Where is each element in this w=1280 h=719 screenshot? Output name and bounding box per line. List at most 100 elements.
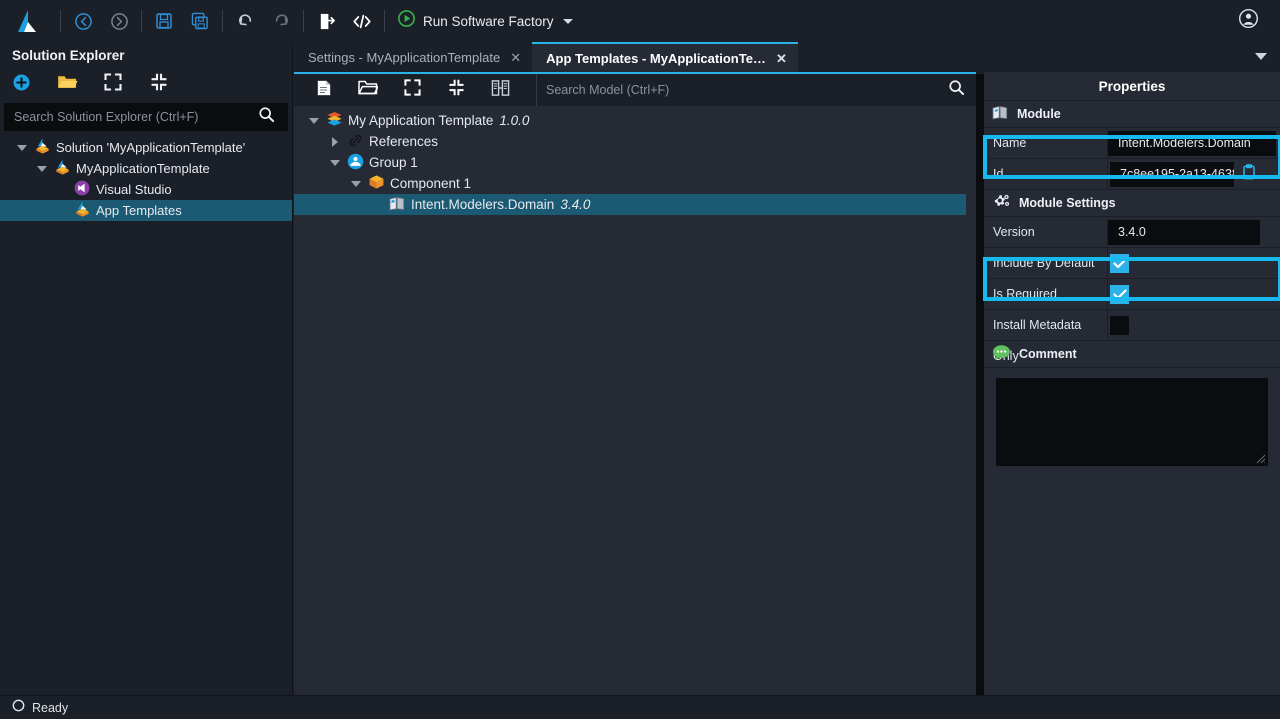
link-icon (347, 133, 364, 151)
solution-tree-item-label: MyApplicationTemplate (76, 161, 210, 176)
section-comment: Comment (984, 341, 1280, 368)
model-editor: My Application Template 1.0.0 References Gr… (294, 72, 976, 695)
solution-tree-item[interactable]: App Templates (0, 200, 292, 221)
open-file-button[interactable] (346, 74, 390, 106)
undo-button[interactable] (227, 0, 263, 42)
tree-twisty[interactable] (325, 159, 345, 166)
solution-search-button[interactable] (245, 104, 287, 130)
expand-twisty-open-icon[interactable] (330, 159, 340, 166)
properties-panel: Properties Module Name Id (984, 72, 1280, 695)
copy-id-button[interactable] (1234, 160, 1264, 189)
section-module-settings-label: Module Settings (1019, 196, 1116, 210)
module-id-input[interactable] (1110, 161, 1234, 187)
install-metadata-only-checkbox[interactable] (1110, 315, 1129, 335)
model-tree-item[interactable]: Component 1 (294, 173, 976, 194)
model-tree-item[interactable]: References (294, 131, 976, 152)
solution-tree-item[interactable]: Solution 'MyApplicationTemplate' (0, 137, 292, 158)
component-box-icon (368, 174, 385, 193)
diff-view-button[interactable] (478, 74, 522, 106)
export-button[interactable] (308, 0, 344, 42)
expand-icon (403, 79, 421, 101)
version-input[interactable] (1108, 219, 1260, 245)
tree-item-icon-wrap (72, 180, 92, 199)
expand-all-button[interactable] (100, 72, 126, 98)
new-solution-button[interactable] (8, 72, 34, 98)
collapse-all-button[interactable] (146, 72, 172, 98)
tree-twisty[interactable] (304, 117, 324, 124)
expand-all-button[interactable] (390, 74, 434, 106)
code-button[interactable] (344, 0, 380, 42)
property-label-is-required: Is Required (984, 278, 1108, 310)
model-tree-item[interactable]: Intent.Modelers.Domain 3.4.0 (294, 194, 966, 215)
chevron-down-icon (1255, 48, 1267, 66)
comment-bubble-icon (992, 344, 1011, 364)
expand-twisty-open-icon[interactable] (351, 180, 361, 187)
resize-grip-icon[interactable] (1256, 454, 1266, 464)
model-search-button[interactable] (936, 75, 976, 105)
tab-overflow-button[interactable] (1250, 42, 1272, 72)
solution-tree-item-label: Visual Studio (96, 182, 172, 197)
editor-toolbar (294, 74, 976, 106)
solution-explorer-title: Solution Explorer (12, 48, 125, 63)
redo-button[interactable] (263, 0, 299, 42)
model-tree-item[interactable]: Group 1 (294, 152, 976, 173)
tree-item-icon-wrap (72, 201, 92, 220)
solution-tree-item[interactable]: Visual Studio (0, 179, 292, 200)
close-icon[interactable]: ✕ (510, 51, 521, 64)
solution-tree-item[interactable]: MyApplicationTemplate (0, 158, 292, 179)
user-account-button[interactable] (1230, 0, 1266, 42)
solution-tree-item-label: App Templates (96, 203, 182, 218)
is-required-checkbox[interactable] (1110, 284, 1129, 304)
toolbar-divider-1 (60, 10, 61, 32)
tree-twisty[interactable] (32, 165, 52, 172)
property-row-install-metadata-only: Install Metadata Only (984, 309, 1280, 363)
collapse-all-button[interactable] (434, 74, 478, 106)
model-search-box[interactable] (536, 74, 976, 106)
expand-twisty-open-icon[interactable] (309, 117, 319, 124)
close-icon[interactable]: ✕ (776, 52, 787, 65)
tree-twisty[interactable] (346, 180, 366, 187)
model-search-input[interactable] (537, 83, 936, 97)
save-button[interactable] (146, 0, 182, 42)
model-tree: My Application Template 1.0.0 References Gr… (294, 106, 976, 695)
model-tree-item-label: Group 1 (369, 155, 418, 170)
model-tree-item-version: 1.0.0 (499, 113, 530, 128)
editor-tab-bar: Settings - MyApplicationTemplate ✕ App T… (294, 42, 1280, 72)
module-name-input[interactable] (1108, 130, 1276, 156)
plus-circle-icon (12, 73, 31, 97)
collapse-icon (150, 73, 168, 96)
run-software-factory-button[interactable]: Run Software Factory (389, 0, 583, 42)
tab-settings[interactable]: Settings - MyApplicationTemplate ✕ (294, 42, 533, 72)
toolbar-divider-3 (222, 10, 223, 32)
expand-twisty-open-icon[interactable] (37, 165, 47, 172)
tree-twisty[interactable] (325, 136, 345, 147)
main-toolbar: Run Software Factory (0, 0, 1280, 42)
expand-twisty-closed-icon[interactable] (332, 136, 338, 147)
tree-item-icon-wrap (32, 138, 52, 157)
navigate-back-button[interactable] (65, 0, 101, 42)
open-folder-button[interactable] (54, 72, 80, 98)
status-bar: Ready (0, 695, 1280, 719)
save-all-button[interactable] (182, 0, 218, 42)
chevron-down-icon[interactable] (562, 18, 573, 24)
property-label-version: Version (984, 216, 1108, 248)
tab-app-templates[interactable]: App Templates - MyApplicationTe… ✕ (532, 42, 798, 72)
search-icon (948, 79, 965, 101)
new-file-button[interactable] (302, 74, 346, 106)
expand-twisty-open-icon[interactable] (17, 144, 27, 151)
visual-studio-icon (74, 180, 90, 199)
run-software-factory-label: Run Software Factory (423, 13, 554, 29)
folder-open-icon (57, 73, 78, 96)
property-row-version: Version (984, 216, 1280, 248)
model-item-icon-wrap (345, 133, 365, 151)
include-by-default-checkbox[interactable] (1110, 253, 1129, 273)
model-tree-item[interactable]: My Application Template 1.0.0 (294, 110, 976, 131)
navigate-forward-button[interactable] (101, 0, 137, 42)
property-row-include-by-default: Include By Default (984, 247, 1280, 279)
comment-textarea[interactable] (996, 378, 1268, 466)
solution-search-box[interactable] (4, 103, 288, 131)
tree-twisty[interactable] (12, 144, 32, 151)
folder-open-icon (358, 79, 379, 101)
solution-search-input[interactable] (5, 110, 245, 124)
editor-scrollbar[interactable] (976, 74, 984, 695)
